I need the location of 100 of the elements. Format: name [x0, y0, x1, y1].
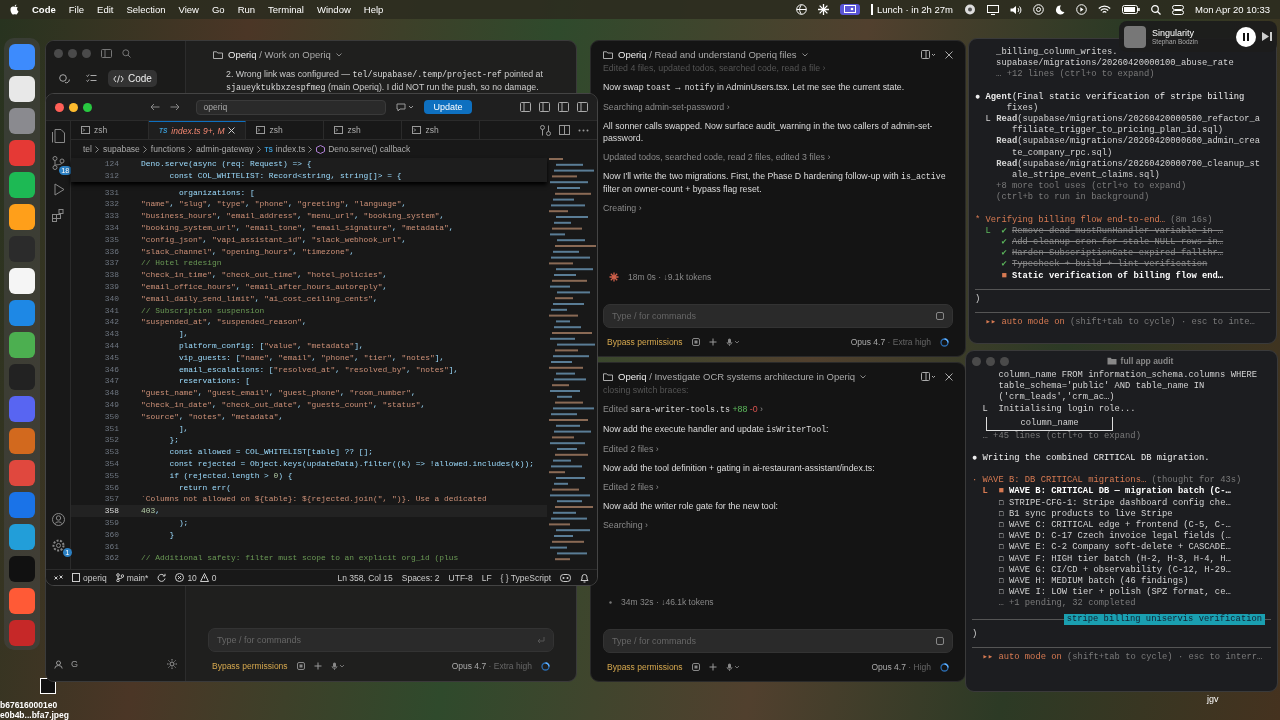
caret-icon[interactable]	[860, 374, 867, 379]
globe-icon[interactable]	[795, 4, 807, 15]
plus-icon[interactable]	[708, 663, 717, 671]
panel-toggle-icon[interactable]	[921, 372, 935, 381]
menu-item[interactable]: Selection	[126, 4, 166, 15]
clock[interactable]: Mon Apr 20 10:33	[1195, 4, 1270, 15]
source-control-icon[interactable]	[51, 156, 65, 170]
close-icon[interactable]	[945, 50, 953, 59]
tool-activity[interactable]: Searching admin-set-password ›	[603, 101, 953, 113]
app-icon[interactable]	[9, 204, 35, 230]
menu-item[interactable]: Run	[237, 4, 256, 15]
file-name[interactable]: jgv	[1207, 694, 1219, 704]
battery-icon[interactable]	[1122, 5, 1140, 14]
sidebar-toggle-icon[interactable]	[101, 49, 112, 58]
menu-item[interactable]: Go	[211, 4, 225, 15]
app-icon[interactable]	[9, 268, 35, 294]
panel-bottom-icon[interactable]	[558, 102, 569, 112]
tool-activity[interactable]: Creating ›	[603, 202, 953, 214]
split-editor-icon[interactable]	[559, 125, 570, 135]
permissions-mode-button[interactable]: Bypass permissions	[607, 337, 683, 347]
breadcrumb-item[interactable]: admin-gateway	[195, 144, 254, 154]
menu-item[interactable]: File	[68, 4, 85, 15]
app-icon[interactable]	[9, 76, 35, 102]
compare-changes-icon[interactable]	[540, 124, 551, 136]
panel-toggle-icon[interactable]	[921, 50, 935, 59]
code-tab[interactable]: Code	[108, 70, 157, 87]
run-debug-icon[interactable]	[51, 183, 65, 196]
close-icon[interactable]	[228, 127, 236, 134]
stop-icon[interactable]	[936, 312, 944, 320]
sun-icon[interactable]	[167, 659, 177, 669]
breadcrumb-item[interactable]: tel	[83, 144, 92, 154]
encoding[interactable]: UTF-8	[448, 572, 473, 583]
search-icon[interactable]	[1151, 4, 1161, 15]
plus-icon[interactable]	[708, 338, 717, 346]
settings-icon[interactable]	[51, 539, 65, 552]
app-menu[interactable]: Code	[32, 4, 56, 15]
bell-icon[interactable]	[580, 572, 589, 583]
extensions-icon[interactable]	[51, 209, 65, 222]
tool-activity[interactable]: Updated todos, searched code, read 2 files, edited 3 files ›	[603, 151, 953, 163]
display-icon[interactable]	[987, 4, 999, 15]
file-icon[interactable]	[40, 678, 56, 694]
cursor-position[interactable]: Ln 358, Col 15	[337, 572, 393, 583]
chat-sparkle-icon[interactable]	[396, 102, 415, 112]
menu-item[interactable]: Terminal	[268, 4, 304, 15]
menu-item[interactable]: Help	[363, 4, 384, 15]
menu-item[interactable]: Window	[317, 4, 351, 15]
volume-icon[interactable]	[1010, 4, 1022, 15]
tool-activity[interactable]: Edited 2 files ›	[603, 443, 953, 455]
problems-count[interactable]: 10 0	[175, 572, 217, 583]
permissions-mode-button[interactable]: Bypass permissions	[212, 661, 288, 671]
tool-activity[interactable]: Edited 2 files ›	[603, 481, 953, 493]
microphone-icon[interactable]	[725, 338, 740, 346]
files-icon[interactable]	[51, 129, 65, 143]
repository-name[interactable]: operiq	[72, 572, 107, 583]
wifi-icon[interactable]	[1098, 4, 1111, 15]
command-center-search[interactable]: operiq	[196, 99, 387, 115]
account-initial[interactable]: G	[71, 659, 78, 669]
model-label[interactable]: Opus 4.7 · High	[871, 662, 931, 672]
line-ending[interactable]: LF	[481, 572, 492, 583]
control-center-icon[interactable]	[1172, 4, 1184, 15]
menu-item[interactable]: View	[178, 4, 199, 15]
sync-icon[interactable]	[157, 573, 167, 582]
caret-icon[interactable]	[801, 52, 808, 57]
layout-panels-icon[interactable]	[520, 102, 531, 112]
plan-icon[interactable]	[296, 662, 305, 670]
pause-button[interactable]	[1236, 26, 1256, 47]
language-mode[interactable]: { } TypeScript	[500, 572, 551, 583]
app-icon[interactable]	[9, 172, 35, 198]
file-name[interactable]: e0b4b...bfa7.jpeg	[0, 710, 69, 720]
apple-logo-icon[interactable]	[10, 4, 19, 15]
sidebar-left-icon[interactable]	[539, 102, 550, 112]
stop-icon[interactable]	[936, 637, 944, 645]
model-label[interactable]: Opus 4.7 · Extra high	[850, 337, 931, 347]
tool-activity[interactable]: Searching ›	[603, 519, 953, 531]
file-name[interactable]: b676160001e0	[0, 700, 69, 710]
moon-icon[interactable]	[1055, 4, 1065, 15]
close-icon[interactable]	[945, 372, 953, 381]
person-icon[interactable]	[54, 659, 63, 669]
plus-icon[interactable]	[313, 662, 322, 670]
microphone-icon[interactable]	[330, 662, 345, 670]
tool-activity[interactable]: Edited sara-writer-tools.ts +88 -0 ›	[603, 403, 953, 416]
back-arrow-icon[interactable]	[150, 103, 161, 111]
sidebar-right-icon[interactable]	[577, 102, 588, 112]
branch-name[interactable]: main*	[115, 572, 149, 583]
forward-arrow-icon[interactable]	[170, 103, 181, 111]
breadcrumb-item[interactable]: supabase	[103, 144, 140, 154]
screen-person-icon[interactable]	[843, 5, 856, 14]
permissions-mode-button[interactable]: Bypass permissions	[607, 662, 683, 672]
more-icon[interactable]	[578, 128, 589, 132]
play-circle-icon[interactable]	[1076, 4, 1087, 15]
plan-icon[interactable]	[691, 663, 700, 671]
menu-item[interactable]: Edit	[97, 4, 114, 15]
breadcrumb-item[interactable]: functions	[150, 144, 185, 154]
indentation[interactable]: Spaces: 2	[401, 572, 440, 583]
update-button[interactable]: Update	[424, 100, 472, 114]
breadcrumb-item[interactable]: Deno.serve() callback	[316, 144, 411, 154]
calendar-event[interactable]: Lunch · in 2h 27m	[870, 4, 953, 15]
microphone-icon[interactable]	[725, 663, 740, 671]
account-icon[interactable]	[51, 513, 65, 526]
sparkle-icon[interactable]	[817, 4, 829, 15]
